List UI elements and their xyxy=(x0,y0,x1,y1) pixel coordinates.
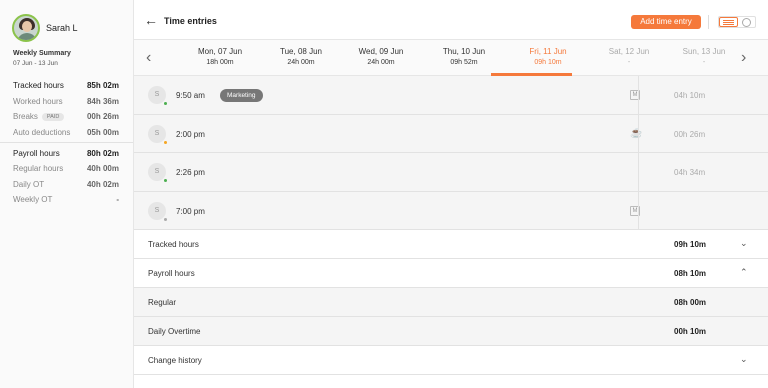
entry-duration: 04h 10m xyxy=(674,91,706,100)
entry-duration: 00h 26m xyxy=(674,129,706,139)
day-wed[interactable]: Wed, 09 Jun 24h 00m xyxy=(341,47,421,66)
stat-regular-hours: Regular hours 40h 00m xyxy=(13,164,119,174)
payroll-hours-row[interactable]: Payroll hours 08h 10m ⌃ xyxy=(134,259,768,288)
stat-breaks: Breaks PAID 00h 26m xyxy=(13,112,119,122)
day-selector: ‹ Mon, 07 Jun 18h 00m Tue, 08 Jun 24h 00m … xyxy=(134,40,768,76)
tracked-hours-row[interactable]: Tracked hours 09h 10m ⌄ xyxy=(134,230,768,259)
page-title: Time entries xyxy=(164,16,217,26)
entry-time: 2:00 pm xyxy=(176,129,205,139)
time-entry-row[interactable]: S 2:26 pm 04h 34m xyxy=(134,153,768,192)
user-name: Sarah L xyxy=(46,23,78,33)
time-entry-row[interactable]: S 7:00 pm M xyxy=(134,191,768,230)
chevron-down-icon[interactable]: ⌄ xyxy=(740,354,748,365)
divider xyxy=(638,153,639,191)
status-dot xyxy=(163,139,168,145)
sidebar: Sarah L Weekly Summary 07 Jun - 13 Jun T… xyxy=(0,0,134,388)
status-dot xyxy=(163,101,168,106)
entry-duration: 04h 34m xyxy=(674,168,706,177)
divider xyxy=(638,114,639,152)
status-dot xyxy=(163,216,168,222)
entry-time: 2:26 pm xyxy=(176,168,205,177)
day-mon[interactable]: Mon, 07 Jun 18h 00m xyxy=(180,47,260,66)
stat-tracked-hours: Tracked hours 85h 02m xyxy=(13,81,119,91)
day-thu[interactable]: Thu, 10 Jun 09h 52m xyxy=(424,47,504,66)
clock-view-icon[interactable] xyxy=(738,17,755,27)
weekly-summary-title: Weekly Summary xyxy=(13,50,71,57)
stat-worked-hours: Worked hours 84h 36m xyxy=(13,96,119,106)
day-fri[interactable]: Fri, 11 Jun 09h 10m xyxy=(508,47,588,66)
list-view-icon[interactable] xyxy=(719,17,738,27)
day-sat[interactable]: Sat, 12 Jun - xyxy=(589,47,669,66)
weekly-summary-range: 07 Jun - 13 Jun xyxy=(13,60,58,67)
time-entries-list: S 9:50 am Marketing M 04h 10m S 2:00 pm … xyxy=(134,76,768,375)
chevron-right-icon[interactable]: › xyxy=(741,50,746,66)
change-history-row[interactable]: Change history ⌄ xyxy=(134,346,768,375)
user-profile[interactable]: Sarah L xyxy=(12,14,78,42)
status-dot xyxy=(163,178,168,183)
time-entry-row[interactable]: S 9:50 am Marketing M 04h 10m xyxy=(134,76,768,115)
chevron-down-icon[interactable]: ⌄ xyxy=(740,238,748,249)
summary-stats: Tracked hours 85h 02m Worked hours 84h 36m… xyxy=(0,78,133,208)
stat-auto-deductions: Auto deductions 05h 00m xyxy=(13,128,119,138)
paid-badge: PAID xyxy=(41,112,65,121)
divider xyxy=(0,142,133,144)
stat-daily-ot: Daily OT 40h 02m xyxy=(13,179,119,189)
chevron-left-icon[interactable]: ‹ xyxy=(146,50,151,66)
back-arrow-icon[interactable]: ← xyxy=(144,13,158,27)
divider xyxy=(638,191,639,229)
header: ← Time entries Add time entry xyxy=(134,0,768,40)
divider xyxy=(638,76,639,114)
day-sun[interactable]: Sun, 13 Jun - xyxy=(664,47,744,66)
day-tue[interactable]: Tue, 08 Jun 24h 00m xyxy=(261,47,341,66)
regular-row: Regular 08h 00m xyxy=(134,288,768,317)
stat-weekly-ot: Weekly OT - xyxy=(13,195,119,205)
stat-payroll-hours: Payroll hours 80h 02m xyxy=(13,148,119,158)
entry-time: 7:00 pm xyxy=(176,206,205,216)
time-entry-row[interactable]: S 2:00 pm ☕ 00h 26m xyxy=(134,114,768,153)
avatar xyxy=(12,14,40,42)
entry-time: 9:50 am xyxy=(176,91,205,100)
view-toggle xyxy=(718,16,756,28)
job-tag: Marketing xyxy=(220,89,263,102)
daily-overtime-row: Daily Overtime 00h 10m xyxy=(134,317,768,346)
add-time-entry-button[interactable]: Add time entry xyxy=(631,15,701,29)
chevron-up-icon[interactable]: ⌃ xyxy=(740,267,748,278)
divider xyxy=(708,15,709,29)
